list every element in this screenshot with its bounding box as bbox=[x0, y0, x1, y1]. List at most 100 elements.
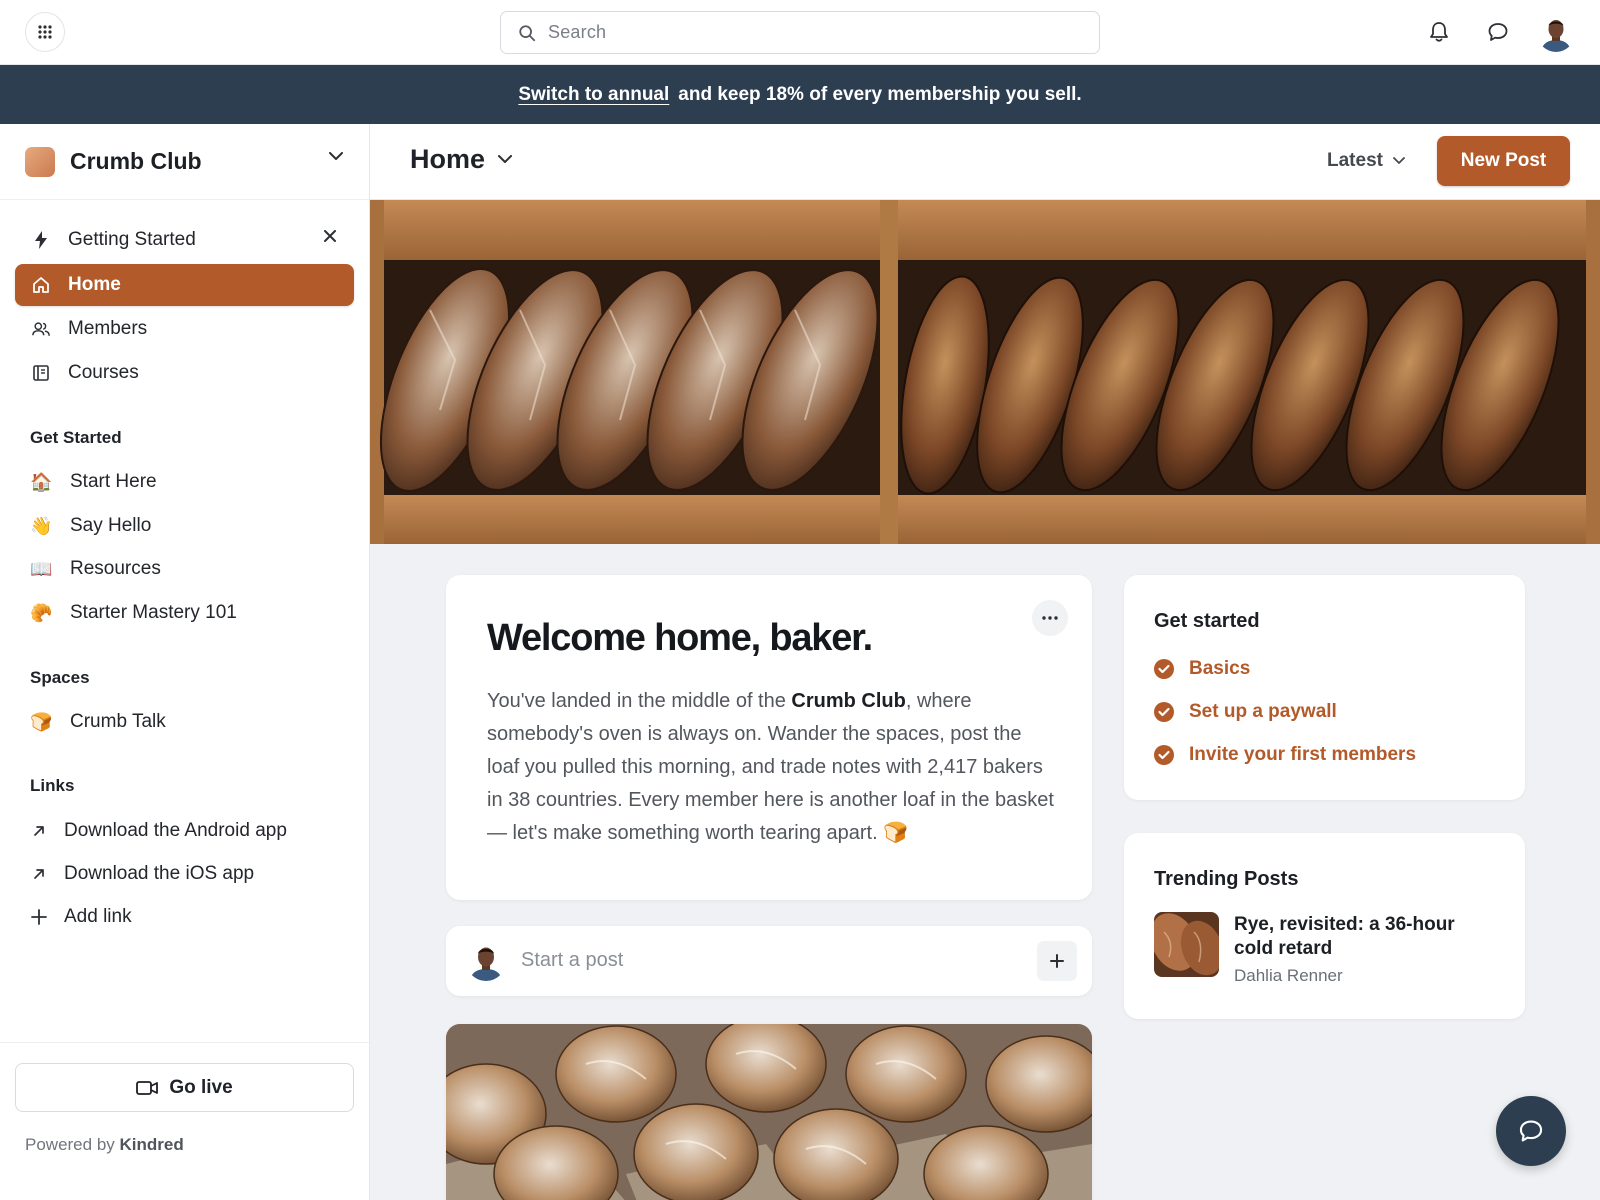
more-horizontal-icon bbox=[1042, 616, 1058, 620]
main-header: Home Latest New Post bbox=[370, 124, 1600, 200]
support-chat-button[interactable] bbox=[1496, 1096, 1566, 1166]
post-composer[interactable]: Start a post bbox=[446, 926, 1092, 996]
grid-icon bbox=[38, 25, 52, 39]
croissant-icon: 🥐 bbox=[30, 602, 53, 623]
space-item-say-hello[interactable]: 👋 Say Hello bbox=[30, 515, 151, 537]
community-logo bbox=[25, 146, 55, 177]
sidebar-item-label: Getting Started bbox=[68, 229, 196, 250]
space-item-label: Starter Mastery 101 bbox=[70, 602, 237, 623]
space-item-label: Start Here bbox=[70, 471, 157, 492]
sidebar: Crumb Club Getting Started Home Members … bbox=[0, 124, 370, 1200]
checklist-label: Basics bbox=[1189, 658, 1251, 679]
house-icon: 🏠 bbox=[30, 471, 53, 492]
get-started-heading: Get started bbox=[1154, 610, 1260, 632]
plus-icon bbox=[1050, 954, 1064, 968]
bell-icon bbox=[1430, 22, 1448, 42]
banner-message: and keep 18% of every membership you sel… bbox=[678, 83, 1082, 105]
powered-by: Powered by Kindred bbox=[25, 1135, 184, 1155]
page-title-text: Home bbox=[410, 144, 486, 174]
trending-post-author[interactable]: Dahlia Renner bbox=[1234, 966, 1343, 986]
link-label: Download the iOS app bbox=[64, 863, 255, 884]
avatar-image bbox=[1537, 14, 1575, 52]
space-item-starter-mastery[interactable]: 🥐 Starter Mastery 101 bbox=[30, 602, 237, 624]
link-label: Add link bbox=[64, 906, 132, 927]
more-options-button[interactable] bbox=[1032, 600, 1068, 636]
space-item-start-here[interactable]: 🏠 Start Here bbox=[30, 471, 157, 493]
home-icon bbox=[33, 277, 49, 293]
community-name: Crumb Club bbox=[70, 148, 202, 174]
close-icon[interactable] bbox=[324, 230, 336, 242]
space-item-label: Say Hello bbox=[70, 515, 152, 536]
sidebar-item-label: Members bbox=[68, 318, 148, 339]
sidebar-item-home[interactable]: Home bbox=[15, 264, 354, 306]
sidebar-item-label: Home bbox=[68, 274, 121, 295]
trending-heading: Trending Posts bbox=[1154, 868, 1299, 890]
avatar-image bbox=[466, 941, 506, 981]
trending-post-thumbnail[interactable] bbox=[1154, 912, 1219, 977]
page-title[interactable]: Home bbox=[410, 144, 513, 175]
space-item-resources[interactable]: 📖 Resources bbox=[30, 558, 161, 580]
check-circle-icon bbox=[1154, 745, 1174, 765]
checklist-label: Invite your first members bbox=[1189, 744, 1417, 765]
arrow-up-right-icon bbox=[34, 826, 44, 836]
sidebar-item-courses[interactable]: Courses bbox=[15, 352, 354, 394]
sidebar-item-getting-started[interactable]: Getting Started bbox=[15, 219, 354, 261]
lightning-icon bbox=[35, 231, 47, 249]
user-avatar[interactable] bbox=[1537, 14, 1575, 52]
video-camera-icon bbox=[136, 1080, 159, 1095]
notifications-button[interactable] bbox=[1425, 18, 1453, 46]
get-started-card: Get started Basics Set up a paywall Invi… bbox=[1124, 575, 1525, 800]
switch-annual-link[interactable]: Switch to annual bbox=[518, 84, 669, 106]
bread-icon: 🍞 bbox=[30, 711, 53, 732]
promo-banner: Switch to annual and keep 18% of every m… bbox=[0, 65, 1600, 124]
link-label: Download the Android app bbox=[64, 820, 287, 841]
checklist-item-basics[interactable]: Basics bbox=[1154, 658, 1250, 680]
add-link-button[interactable]: Add link bbox=[30, 906, 132, 928]
section-heading-spaces: Spaces bbox=[30, 668, 90, 687]
book-icon bbox=[33, 365, 49, 381]
trending-post-title[interactable]: Rye, revisited: a 36-hour cold retard bbox=[1234, 913, 1494, 961]
messages-button[interactable] bbox=[1484, 18, 1512, 46]
apps-button[interactable] bbox=[25, 12, 65, 52]
chevron-down-icon bbox=[329, 152, 343, 160]
checklist-item-paywall[interactable]: Set up a paywall bbox=[1154, 701, 1337, 723]
section-heading-get-started: Get Started bbox=[30, 428, 122, 447]
sort-dropdown[interactable]: Latest bbox=[1327, 150, 1405, 172]
check-circle-icon bbox=[1154, 659, 1174, 679]
chat-icon bbox=[1519, 1120, 1543, 1142]
post-image[interactable] bbox=[446, 1024, 1092, 1200]
checklist-item-invite[interactable]: Invite your first members bbox=[1154, 744, 1416, 766]
new-post-button[interactable]: New Post bbox=[1437, 136, 1570, 186]
welcome-body-text: , where somebody's oven is always on. Wa… bbox=[487, 690, 1054, 844]
search-icon bbox=[519, 24, 536, 41]
go-live-button[interactable]: Go live bbox=[15, 1063, 354, 1112]
link-android-app[interactable]: Download the Android app bbox=[30, 820, 287, 842]
section-heading-links: Links bbox=[30, 776, 75, 795]
check-circle-icon bbox=[1154, 702, 1174, 722]
welcome-body-community: Crumb Club bbox=[791, 690, 906, 712]
sort-label: Latest bbox=[1327, 150, 1383, 171]
sidebar-item-members[interactable]: Members bbox=[15, 308, 354, 350]
open-book-icon: 📖 bbox=[30, 558, 53, 579]
chat-icon bbox=[1488, 23, 1508, 41]
plus-icon bbox=[31, 909, 47, 925]
checklist-label: Set up a paywall bbox=[1189, 701, 1337, 722]
welcome-body-text: You've landed in the middle of the bbox=[487, 690, 792, 712]
avatar bbox=[466, 941, 506, 981]
loaf-thumbnail-image bbox=[1154, 912, 1219, 977]
top-bar: Search bbox=[0, 0, 1600, 65]
search-input[interactable]: Search bbox=[500, 11, 1100, 54]
link-ios-app[interactable]: Download the iOS app bbox=[30, 863, 254, 885]
space-item-crumb-talk[interactable]: 🍞 Crumb Talk bbox=[30, 711, 166, 733]
chevron-down-icon bbox=[1393, 157, 1405, 164]
community-switcher[interactable]: Crumb Club bbox=[0, 124, 369, 200]
space-item-label: Resources bbox=[70, 558, 161, 579]
arrow-up-right-icon bbox=[34, 869, 44, 879]
users-icon bbox=[32, 322, 50, 337]
sidebar-item-label: Courses bbox=[68, 362, 139, 383]
wave-icon: 👋 bbox=[30, 515, 53, 536]
search-placeholder: Search bbox=[548, 22, 607, 42]
powered-by-brand[interactable]: Kindred bbox=[120, 1135, 184, 1154]
welcome-heading: Welcome home, baker. bbox=[487, 617, 873, 659]
add-post-button[interactable] bbox=[1037, 941, 1077, 981]
